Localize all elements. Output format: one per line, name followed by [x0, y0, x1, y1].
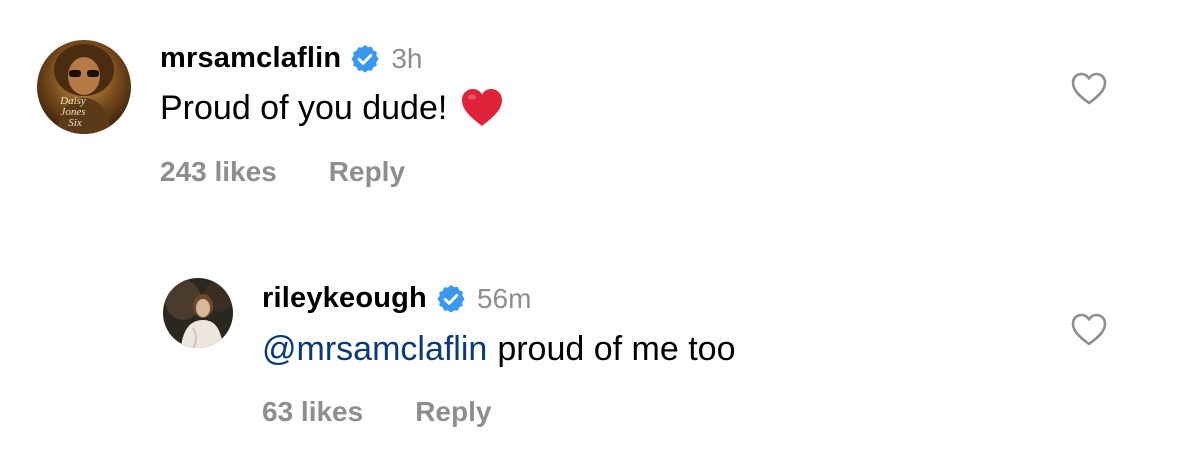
heart-outline-icon[interactable]	[1071, 313, 1107, 352]
username[interactable]: mrsamclaflin	[160, 42, 341, 75]
verified-badge-icon	[349, 43, 381, 75]
timestamp: 3h	[391, 42, 423, 74]
username[interactable]: rileykeough	[262, 282, 427, 315]
comment-text: Proud of you dude!	[160, 88, 503, 128]
heart-outline-icon[interactable]	[1071, 72, 1107, 111]
comment-actions: 63 likes Reply	[262, 396, 491, 428]
avatar[interactable]: Daisy Jones Six	[37, 40, 131, 134]
likes-count[interactable]: 63 likes	[262, 396, 363, 428]
mention-link[interactable]: @mrsamclaflin	[262, 330, 487, 369]
comment-text: @mrsamclaflin proud of me too	[262, 330, 735, 369]
reply-button[interactable]: Reply	[415, 396, 491, 428]
comment-header: mrsamclaflin 3h	[160, 42, 422, 75]
comment-header: rileykeough 56m	[262, 282, 531, 315]
red-heart-emoji-icon	[461, 88, 503, 128]
likes-count[interactable]: 243 likes	[160, 156, 277, 188]
comment-body: proud of me too	[497, 330, 736, 368]
comment-actions: 243 likes Reply	[160, 156, 405, 188]
verified-badge-icon	[435, 283, 467, 315]
timestamp: 56m	[476, 282, 532, 314]
reply-button[interactable]: Reply	[329, 156, 405, 188]
avatar-text-3: Six	[68, 117, 82, 129]
avatar[interactable]	[163, 278, 233, 348]
comment-body: Proud of you dude!	[160, 88, 448, 127]
